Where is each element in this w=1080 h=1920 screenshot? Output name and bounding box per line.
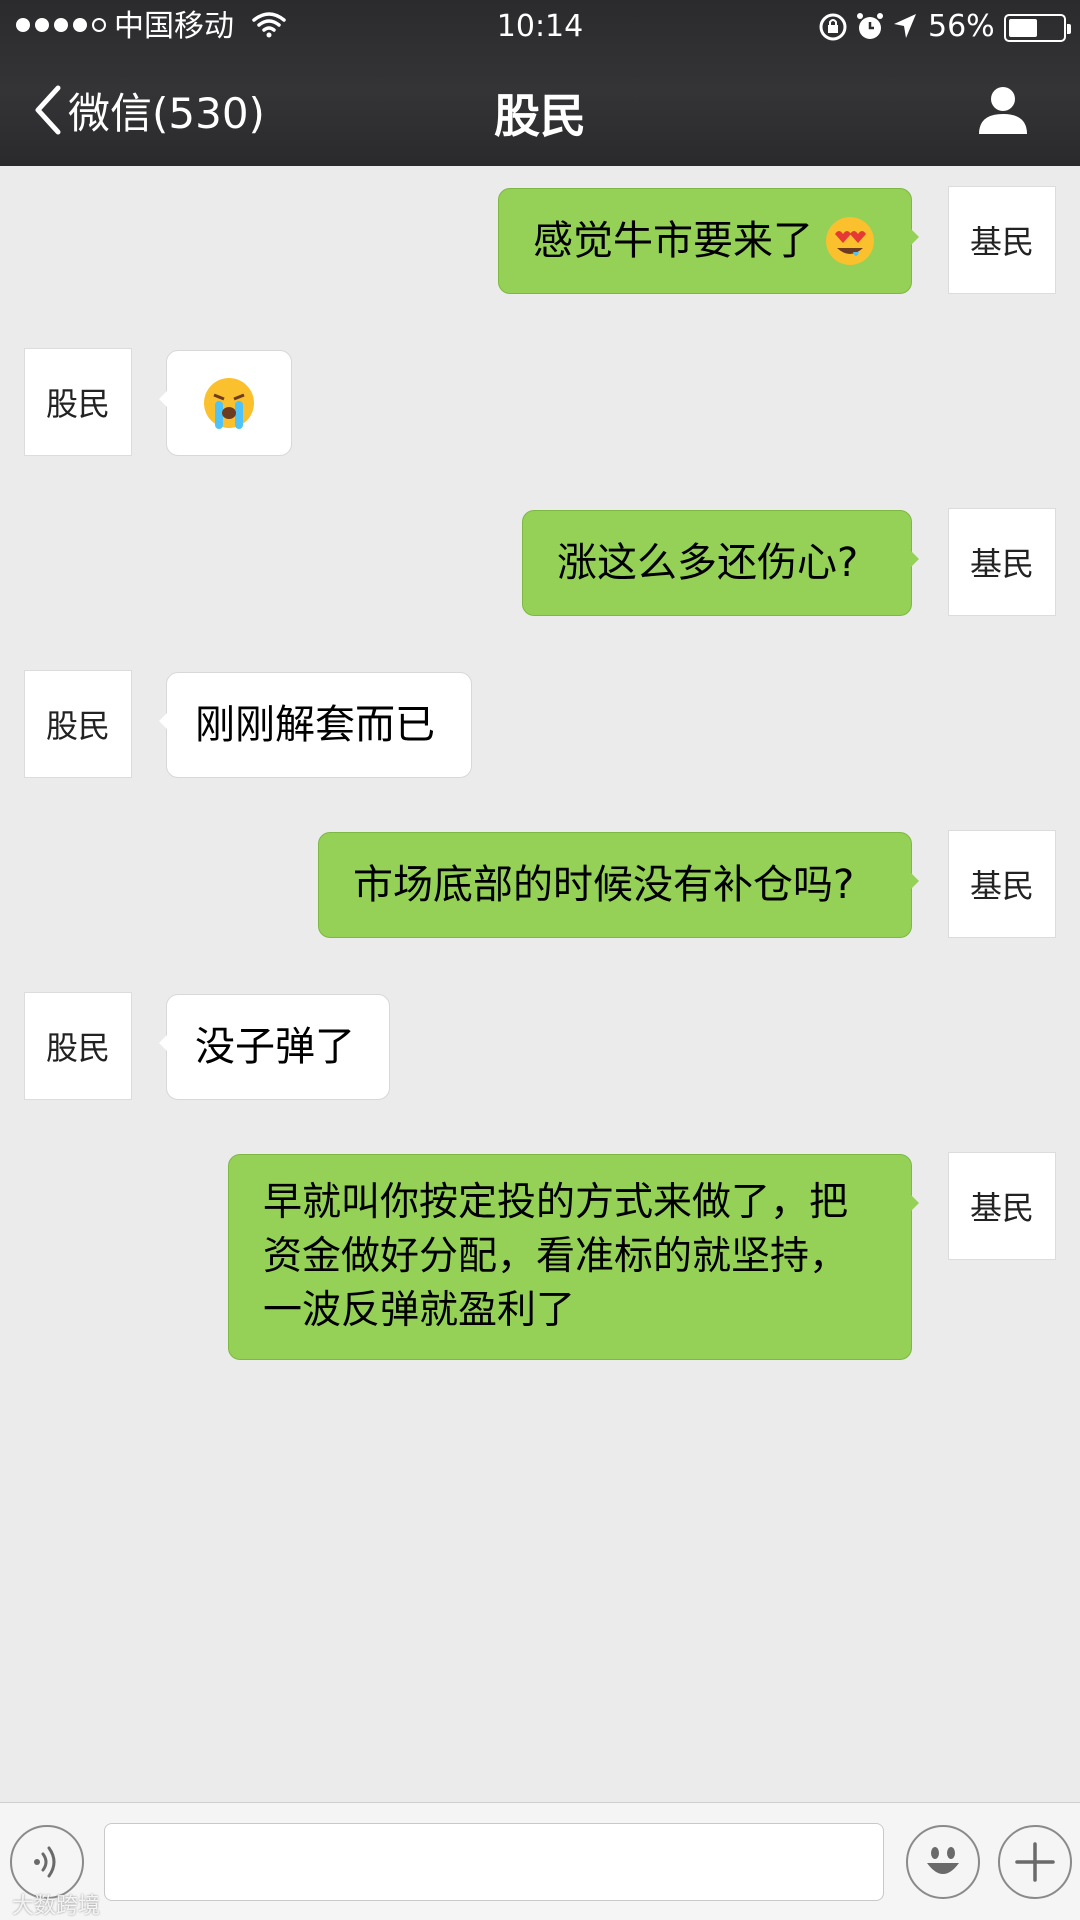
avatar[interactable]: 基民 bbox=[948, 508, 1056, 616]
alarm-icon bbox=[856, 12, 884, 52]
emoji-button[interactable] bbox=[906, 1825, 980, 1899]
message-text: 市场底部的时候没有补仓吗? bbox=[353, 862, 855, 908]
location-arrow-icon bbox=[892, 12, 918, 50]
plus-button[interactable] bbox=[998, 1825, 1072, 1899]
watermark: 大数跨境 bbox=[12, 1894, 101, 1919]
emoji-icon bbox=[927, 1847, 959, 1874]
avatar[interactable]: 基民 bbox=[948, 186, 1056, 294]
message-bubble-received[interactable]: 刚刚解套而已 bbox=[159, 672, 472, 778]
message-input[interactable] bbox=[104, 1823, 884, 1901]
avatar[interactable]: 股民 bbox=[24, 992, 132, 1100]
person-icon bbox=[979, 87, 1027, 134]
page-title: 股民 bbox=[494, 89, 586, 143]
voice-icon bbox=[34, 1846, 56, 1878]
status-time: 10:14 bbox=[496, 9, 584, 44]
status-bar: 中国移动 10:14 56% bbox=[0, 0, 1080, 54]
message-bubble-sent[interactable]: 市场底部的时候没有补仓吗? bbox=[318, 832, 919, 938]
message-bubble-sent[interactable]: 涨这么多还伤心? bbox=[522, 510, 919, 616]
message-text: 早就叫你按定投的方式来做了，把 资金做好分配，看准标的就坚持， 一波反弹就盈利了 bbox=[263, 1180, 849, 1333]
rotation-lock-icon bbox=[818, 12, 848, 52]
avatar[interactable]: 基民 bbox=[948, 830, 1056, 938]
avatar[interactable]: 股民 bbox=[24, 670, 132, 778]
top-bar: 中国移动 10:14 56% 微信(530) 股民 bbox=[0, 0, 1080, 166]
message-text: 感觉牛市要来了 bbox=[533, 218, 813, 264]
message-bubble-sent[interactable]: 感觉牛市要来了 bbox=[498, 188, 919, 294]
plus-icon bbox=[1015, 1842, 1055, 1882]
message-text: 刚刚解套而已 bbox=[195, 702, 435, 748]
battery-icon bbox=[1004, 14, 1071, 42]
message-bubble-sent[interactable]: 早就叫你按定投的方式来做了，把 资金做好分配，看准标的就坚持， 一波反弹就盈利了 bbox=[228, 1154, 919, 1360]
nav-bar: 微信(530) 股民 bbox=[0, 54, 1080, 166]
message-text: 涨这么多还伤心? bbox=[557, 540, 859, 586]
crying-emoji-icon bbox=[204, 378, 254, 429]
chat-info-button[interactable] bbox=[975, 84, 1031, 140]
avatar[interactable]: 股民 bbox=[24, 348, 132, 456]
message-bubble-received[interactable]: 没子弹了 bbox=[159, 994, 390, 1100]
heart-eyes-emoji-icon bbox=[826, 217, 874, 265]
input-bar bbox=[0, 1802, 1080, 1920]
avatar[interactable]: 基民 bbox=[948, 1152, 1056, 1260]
battery-percent: 56% bbox=[928, 9, 995, 44]
message-bubble-received[interactable] bbox=[159, 350, 292, 456]
message-text: 没子弹了 bbox=[195, 1024, 355, 1070]
